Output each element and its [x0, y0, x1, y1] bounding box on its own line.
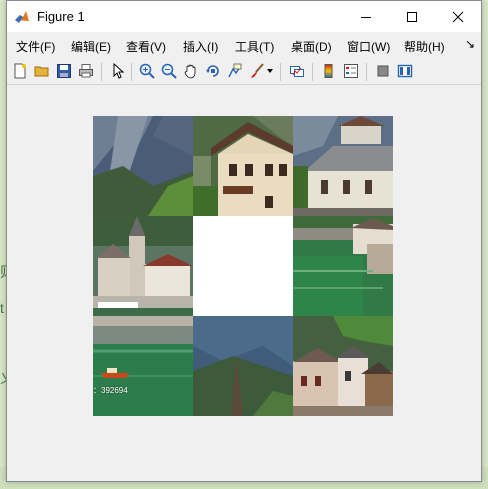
minimize-icon [361, 16, 371, 18]
menu-tools[interactable]: 工具(T) [235, 38, 274, 55]
show-plot-tools-icon[interactable] [396, 62, 414, 80]
figure-canvas: ：392694 [7, 86, 481, 481]
puzzle-tile[interactable] [293, 116, 393, 216]
new-figure-icon[interactable] [11, 62, 29, 80]
puzzle-tile[interactable] [93, 216, 193, 316]
brush-dropdown-icon[interactable] [265, 62, 275, 80]
zoom-out-icon[interactable] [160, 62, 178, 80]
menu-window[interactable]: 窗口(W) [347, 38, 390, 55]
toolbar-separator [312, 63, 313, 81]
menu-desktop[interactable]: 桌面(D) [291, 38, 332, 55]
figure-window: Figure 1 文件(F) 编辑(E) 查看(V) 插入(I) 工具(T) 桌… [6, 0, 482, 482]
zoom-in-icon[interactable] [138, 62, 156, 80]
pan-hand-icon[interactable] [182, 62, 200, 80]
toolbar-separator [366, 63, 367, 81]
puzzle-tile[interactable]: ：392694 [93, 316, 193, 416]
colorbar-icon[interactable] [320, 62, 338, 80]
toolbar-separator [131, 63, 132, 81]
background-text: t [0, 300, 4, 316]
minimize-button[interactable] [343, 1, 389, 32]
open-file-icon[interactable] [33, 62, 51, 80]
matlab-icon [14, 9, 30, 25]
window-title: Figure 1 [37, 9, 85, 24]
menu-file[interactable]: 文件(F) [16, 38, 55, 55]
puzzle-tile[interactable] [193, 116, 293, 216]
rotate-3d-icon[interactable] [204, 62, 222, 80]
puzzle-tile[interactable] [293, 316, 393, 416]
puzzle-tile[interactable] [193, 316, 293, 416]
toolbar-separator [280, 63, 281, 81]
figure-toolbar [7, 58, 481, 85]
empty-tile[interactable] [193, 216, 293, 316]
menu-overflow-arrow[interactable]: ↘ [465, 37, 475, 51]
hide-plot-tools-icon[interactable] [374, 62, 392, 80]
title-bar[interactable]: Figure 1 [7, 1, 481, 32]
brush-icon[interactable] [248, 62, 266, 80]
puzzle-grid: ：392694 [93, 116, 393, 416]
toolbar-separator [101, 63, 102, 81]
close-icon [452, 11, 464, 22]
menu-insert[interactable]: 插入(I) [183, 38, 218, 55]
menu-bar: 文件(F) 编辑(E) 查看(V) 插入(I) 工具(T) 桌面(D) 窗口(W… [7, 32, 481, 58]
menu-view[interactable]: 查看(V) [126, 38, 166, 55]
watermark-text: ：392694 [93, 386, 128, 395]
legend-icon[interactable] [342, 62, 360, 80]
close-button[interactable] [435, 1, 481, 32]
save-icon[interactable] [55, 62, 73, 80]
maximize-button[interactable] [389, 1, 435, 32]
menu-help[interactable]: 帮助(H) [404, 38, 445, 55]
menu-edit[interactable]: 编辑(E) [71, 38, 111, 55]
edit-plot-arrow-icon[interactable] [109, 62, 127, 80]
data-cursor-icon[interactable] [226, 62, 244, 80]
puzzle-tile[interactable] [93, 116, 193, 216]
link-plot-icon[interactable] [288, 62, 306, 80]
puzzle-tile[interactable] [293, 216, 393, 316]
maximize-icon [407, 11, 417, 22]
print-icon[interactable] [77, 62, 95, 80]
